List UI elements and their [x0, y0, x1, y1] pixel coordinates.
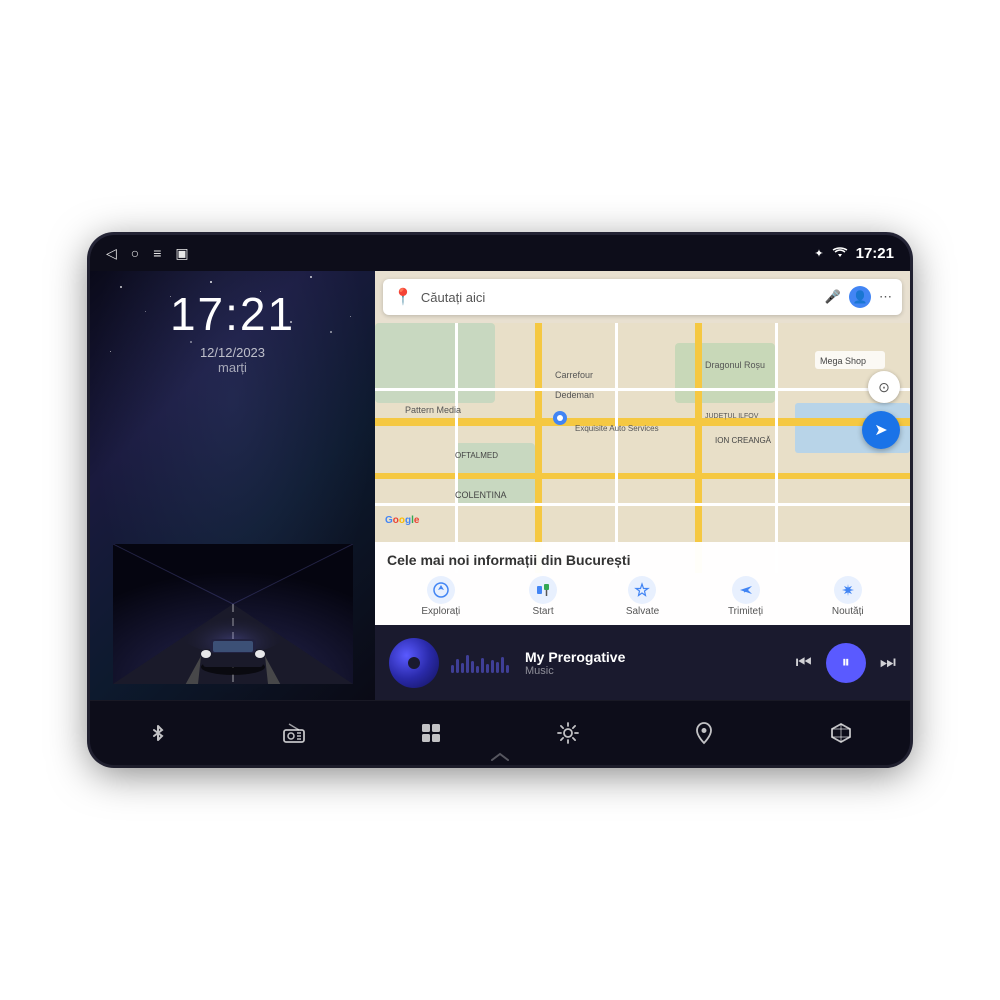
svg-text:ION CREANGĂ: ION CREANGĂ — [715, 436, 772, 445]
maps-icon — [693, 721, 715, 745]
screenshot-icon[interactable]: ▣ — [175, 245, 188, 262]
music-section: My Prerogative Music ⏮ ⏸ ⏭ — [375, 625, 910, 700]
car-display: ◁ ○ ≡ ▣ ✦ 17:21 — [90, 235, 910, 765]
nav-radio[interactable] — [282, 722, 306, 744]
eq-bar-1 — [451, 665, 454, 673]
svg-text:JUDEȚUL ILFOV: JUDEȚUL ILFOV — [705, 413, 759, 420]
maps-nav-send[interactable]: Trimiteți — [728, 576, 763, 617]
eq-bar-8 — [486, 664, 489, 673]
maps-nav-explore[interactable]: Explorați — [421, 576, 460, 617]
eq-bar-12 — [506, 665, 509, 673]
bottom-nav — [90, 700, 910, 765]
eq-bar-4 — [466, 655, 469, 673]
music-subtitle: Music — [525, 665, 784, 677]
svg-text:Dragonul Roșu: Dragonul Roșu — [705, 360, 765, 370]
maps-nav-news[interactable]: Noutăți — [832, 576, 864, 617]
svg-text:Mega Shop: Mega Shop — [820, 356, 866, 366]
nav-up-arrow[interactable] — [490, 749, 510, 765]
settings-icon — [556, 721, 580, 745]
music-equalizer — [451, 653, 509, 673]
maps-nav-start-label: Start — [532, 606, 553, 617]
nav-maps[interactable] — [693, 721, 715, 745]
eq-bar-6 — [476, 666, 479, 673]
clock-section: 17:21 12/12/2023 marți — [170, 287, 295, 375]
eq-bar-11 — [501, 657, 504, 673]
nav-apps[interactable] — [420, 722, 442, 744]
bluetooth-status-icon: ✦ — [814, 247, 823, 260]
eq-bar-2 — [456, 659, 459, 673]
music-prev-button[interactable]: ⏮ — [796, 652, 812, 673]
eq-bar-5 — [471, 661, 474, 673]
maps-pin-icon: 📍 — [393, 287, 413, 307]
apps-icon — [420, 722, 442, 744]
maps-nav-saved[interactable]: Salvate — [626, 576, 659, 617]
left-panel: 17:21 12/12/2023 marți — [90, 271, 375, 700]
status-bar-right: ✦ 17:21 — [814, 245, 894, 262]
music-play-button[interactable]: ⏸ — [826, 643, 866, 683]
nav-3d[interactable] — [829, 721, 853, 745]
maps-more-icon[interactable]: ⋯ — [879, 289, 892, 305]
clock-date: 12/12/2023 — [170, 345, 295, 360]
svg-text:Pattern Media: Pattern Media — [405, 405, 461, 415]
main-content: 17:21 12/12/2023 marți — [90, 271, 910, 700]
music-album-art — [389, 638, 439, 688]
right-panel: Pattern Media Carrefour Dragonul Roșu De… — [375, 271, 910, 700]
bluetooth-icon — [147, 722, 169, 744]
menu-icon[interactable]: ≡ — [153, 245, 161, 261]
maps-nav-start[interactable]: Start — [529, 576, 557, 617]
radio-icon — [282, 722, 306, 744]
eq-bar-3 — [461, 663, 464, 673]
eq-bar-9 — [491, 660, 494, 673]
eq-bar-10 — [496, 662, 499, 673]
eq-bar-7 — [481, 658, 484, 673]
maps-account-icon[interactable]: 👤 — [849, 286, 871, 308]
cube-icon — [829, 721, 853, 745]
music-info: My Prerogative Music — [525, 649, 784, 677]
status-bar-left: ◁ ○ ≡ ▣ — [106, 245, 189, 262]
car-tunnel-image — [113, 544, 353, 684]
home-icon[interactable]: ○ — [131, 245, 139, 261]
maps-section[interactable]: Pattern Media Carrefour Dragonul Roșu De… — [375, 271, 910, 625]
music-controls: ⏮ ⏸ ⏭ — [796, 643, 896, 683]
svg-text:Exquisite Auto Services: Exquisite Auto Services — [575, 424, 659, 433]
maps-info-panel: Cele mai noi informații din București Ex… — [375, 542, 910, 625]
music-next-button[interactable]: ⏭ — [880, 652, 896, 673]
nav-bluetooth[interactable] — [147, 722, 169, 744]
music-album-center — [408, 657, 420, 669]
svg-text:Carrefour: Carrefour — [555, 370, 593, 380]
music-title: My Prerogative — [525, 649, 784, 665]
maps-nav-saved-label: Salvate — [626, 606, 659, 617]
maps-navigate-button[interactable]: ➤ — [862, 411, 900, 449]
nav-settings[interactable] — [556, 721, 580, 745]
maps-nav-send-label: Trimiteți — [728, 606, 763, 617]
back-icon[interactable]: ◁ — [106, 245, 117, 262]
status-time: 17:21 — [856, 245, 894, 262]
clock-day: marți — [170, 360, 295, 375]
status-bar: ◁ ○ ≡ ▣ ✦ 17:21 — [90, 235, 910, 271]
svg-text:Google: Google — [385, 515, 420, 526]
maps-mic-icon[interactable]: 🎤 — [825, 289, 841, 305]
maps-recenter-button[interactable]: ⊙ — [868, 371, 900, 403]
svg-text:COLENTINA: COLENTINA — [455, 490, 507, 500]
svg-text:OFTALMED: OFTALMED — [455, 451, 498, 460]
wifi-icon — [832, 247, 848, 259]
maps-nav-icons: Explorați Start Salvate — [387, 576, 898, 617]
maps-nav-news-label: Noutăți — [832, 606, 864, 617]
svg-text:Dedeman: Dedeman — [555, 390, 594, 400]
maps-info-title: Cele mai noi informații din București — [387, 552, 898, 568]
maps-search-text: Căutați aici — [421, 290, 817, 305]
maps-nav-explore-label: Explorați — [421, 606, 460, 617]
clock-time: 17:21 — [170, 287, 295, 341]
maps-search-bar[interactable]: 📍 Căutați aici 🎤 👤 ⋯ — [383, 279, 902, 315]
